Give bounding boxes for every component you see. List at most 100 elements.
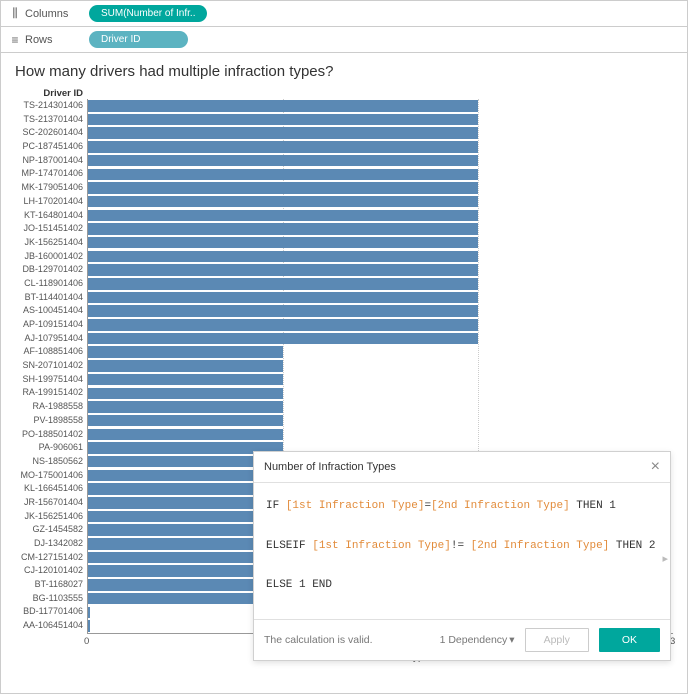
bar[interactable] xyxy=(88,305,478,317)
columns-shelf[interactable]: ⫼ Columns SUM(Number of Infr.. xyxy=(1,1,687,27)
bar-row[interactable] xyxy=(88,332,673,346)
bar-row[interactable] xyxy=(88,359,673,373)
bar[interactable] xyxy=(88,114,478,126)
y-tick-label: JR-156701404 xyxy=(15,496,87,510)
bar[interactable] xyxy=(88,210,478,222)
columns-icon: ⫼ xyxy=(9,6,21,21)
bar[interactable] xyxy=(88,360,283,372)
bar[interactable] xyxy=(88,415,283,427)
rows-label: ≡ Rows xyxy=(9,33,89,47)
y-tick-label: RA-1988558 xyxy=(15,400,87,414)
bar-row[interactable] xyxy=(88,113,673,127)
bar-row[interactable] xyxy=(88,386,673,400)
bar[interactable] xyxy=(88,264,478,276)
y-axis-header: Driver ID xyxy=(15,88,87,99)
y-tick-label: AF-108851406 xyxy=(15,345,87,359)
y-axis: TS-214301406TS-213701404SC-202601404PC-1… xyxy=(15,99,87,634)
bar[interactable] xyxy=(88,401,283,413)
y-tick-label: SH-199751404 xyxy=(15,373,87,387)
bar-row[interactable] xyxy=(88,99,673,113)
bar-row[interactable] xyxy=(88,291,673,305)
calc-status: The calculation is valid. xyxy=(264,634,430,646)
bar[interactable] xyxy=(88,251,478,263)
y-tick-label: BG-1103555 xyxy=(15,592,87,606)
y-tick-label: SC-202601404 xyxy=(15,126,87,140)
x-tick-label: 0 xyxy=(84,636,89,647)
bar[interactable] xyxy=(88,100,478,112)
bar-row[interactable] xyxy=(88,428,673,442)
y-tick-label: CM-127151402 xyxy=(15,551,87,565)
bar-row[interactable] xyxy=(88,140,673,154)
bar[interactable] xyxy=(88,141,478,153)
y-tick-label: MK-179051406 xyxy=(15,181,87,195)
dependency-dropdown[interactable]: 1 Dependency ▾ xyxy=(440,634,515,646)
close-icon[interactable]: × xyxy=(651,458,660,476)
bar[interactable] xyxy=(88,429,283,441)
calc-header: Number of Infraction Types × xyxy=(254,452,670,483)
bar[interactable] xyxy=(88,346,283,358)
bar[interactable] xyxy=(88,155,478,167)
y-tick-label: CL-118901406 xyxy=(15,277,87,291)
sheet-title[interactable]: How many drivers had multiple infraction… xyxy=(15,63,673,80)
y-tick-label: GZ-1454582 xyxy=(15,523,87,537)
y-tick-label: AA-106451404 xyxy=(15,619,87,633)
rows-shelf[interactable]: ≡ Rows Driver ID xyxy=(1,27,687,53)
bar-row[interactable] xyxy=(88,126,673,140)
y-tick-label: MO-175001406 xyxy=(15,469,87,483)
calculation-editor[interactable]: Number of Infraction Types × IF [1st Inf… xyxy=(253,451,671,661)
viz-area: How many drivers had multiple infraction… xyxy=(1,53,687,693)
bar-row[interactable] xyxy=(88,304,673,318)
bar[interactable] xyxy=(88,292,478,304)
y-tick-label: NP-187001404 xyxy=(15,154,87,168)
bar-row[interactable] xyxy=(88,400,673,414)
y-tick-label: JB-160001402 xyxy=(15,250,87,264)
rows-pill[interactable]: Driver ID xyxy=(89,31,188,48)
bar[interactable] xyxy=(88,333,478,345)
bar[interactable] xyxy=(88,319,478,331)
y-tick-label: AJ-107951404 xyxy=(15,332,87,346)
y-tick-label: KL-166451406 xyxy=(15,482,87,496)
bar[interactable] xyxy=(88,278,478,290)
expand-arrow-icon[interactable]: ▸ xyxy=(662,551,668,571)
bar-row[interactable] xyxy=(88,236,673,250)
bar-row[interactable] xyxy=(88,373,673,387)
bar-row[interactable] xyxy=(88,414,673,428)
calc-formula-body[interactable]: IF [1st Infraction Type]=[2nd Infraction… xyxy=(254,483,670,619)
bar[interactable] xyxy=(88,388,283,400)
bar[interactable] xyxy=(88,169,478,181)
bar-row[interactable] xyxy=(88,195,673,209)
rows-icon: ≡ xyxy=(9,33,21,47)
bar[interactable] xyxy=(88,237,478,249)
y-tick-label: JO-151451402 xyxy=(15,222,87,236)
worksheet-window: ⫼ Columns SUM(Number of Infr.. ≡ Rows Dr… xyxy=(0,0,688,694)
y-tick-label: TS-214301406 xyxy=(15,99,87,113)
bar-row[interactable] xyxy=(88,250,673,264)
calc-field-name[interactable]: Number of Infraction Types xyxy=(264,461,396,473)
y-tick-label: JK-156251406 xyxy=(15,510,87,524)
y-tick-label: AP-109151404 xyxy=(15,318,87,332)
bar[interactable] xyxy=(88,196,478,208)
columns-pill[interactable]: SUM(Number of Infr.. xyxy=(89,5,207,22)
y-tick-label: BD-117701406 xyxy=(15,605,87,619)
ok-button[interactable]: OK xyxy=(599,628,660,652)
bar-row[interactable] xyxy=(88,318,673,332)
bar-row[interactable] xyxy=(88,209,673,223)
bar-row[interactable] xyxy=(88,154,673,168)
bar[interactable] xyxy=(88,607,90,619)
y-tick-label: PV-1898558 xyxy=(15,414,87,428)
bar-row[interactable] xyxy=(88,263,673,277)
y-tick-label: LH-170201404 xyxy=(15,195,87,209)
bar[interactable] xyxy=(88,182,478,194)
y-tick-label: JK-156251404 xyxy=(15,236,87,250)
bar[interactable] xyxy=(88,620,90,632)
bar[interactable] xyxy=(88,223,478,235)
bar-row[interactable] xyxy=(88,181,673,195)
rows-text: Rows xyxy=(25,34,53,46)
bar-row[interactable] xyxy=(88,167,673,181)
bar-row[interactable] xyxy=(88,277,673,291)
apply-button[interactable]: Apply xyxy=(525,628,589,652)
bar-row[interactable] xyxy=(88,222,673,236)
bar-row[interactable] xyxy=(88,345,673,359)
bar[interactable] xyxy=(88,127,478,139)
bar[interactable] xyxy=(88,374,283,386)
